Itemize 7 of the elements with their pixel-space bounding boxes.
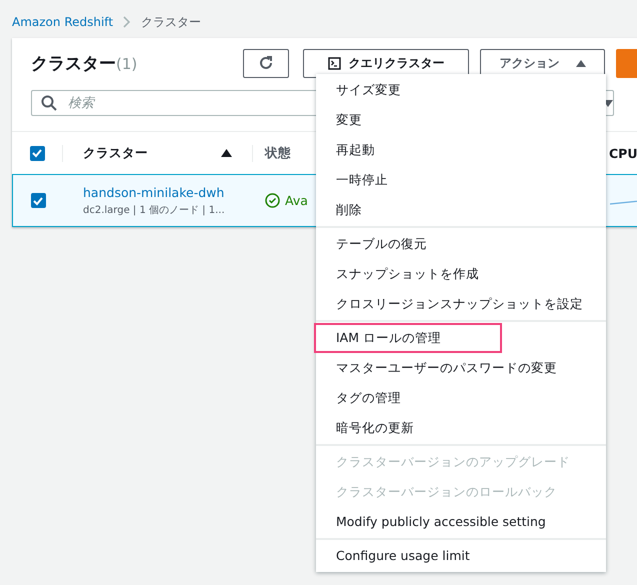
cluster-detail: dc2.large | 1 個のノード | 1...: [83, 204, 225, 216]
panel-title: クラスター: [31, 54, 116, 74]
menu-item: クラスターバージョンのアップグレード: [335, 453, 571, 471]
cluster-count: (1): [116, 54, 138, 72]
status-text: Ava: [285, 193, 308, 208]
breadcrumb-current: クラスター: [141, 14, 202, 30]
menu-item: クラスターバージョンのロールバック: [335, 483, 558, 501]
